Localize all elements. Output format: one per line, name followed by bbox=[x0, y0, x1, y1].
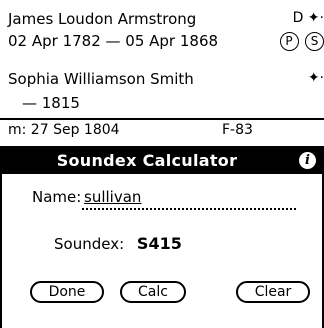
person-dates-1: 02 Apr 1782 — 05 Apr 1868 bbox=[8, 32, 219, 50]
spouse-icon[interactable]: S bbox=[305, 32, 324, 51]
soundex-value: S415 bbox=[136, 234, 182, 253]
person-name-1: James Loudon Armstrong bbox=[8, 10, 197, 28]
parents-icon[interactable]: P bbox=[279, 32, 299, 51]
marriage-date: m: 27 Sep 1804 bbox=[8, 122, 120, 138]
person-dates-2: — 1815 bbox=[22, 94, 80, 112]
soundex-label: Soundex: bbox=[54, 235, 125, 253]
soundex-result: Soundex: S415 bbox=[54, 234, 182, 253]
record-icons-1: D ✦· bbox=[293, 10, 324, 26]
family-code: F-83 bbox=[222, 122, 253, 138]
person-name-2: Sophia Williamson Smith bbox=[8, 70, 194, 88]
name-label: Name: bbox=[32, 188, 82, 206]
info-icon[interactable]: i bbox=[299, 152, 316, 169]
dialog-titlebar: Soundex Calculator i bbox=[2, 148, 322, 174]
clear-button[interactable]: Clear bbox=[236, 281, 310, 303]
dialog-title: Soundex Calculator bbox=[56, 151, 238, 170]
soundex-dialog: Soundex Calculator i Name: Soundex: S415… bbox=[0, 146, 324, 328]
done-button[interactable]: Done bbox=[30, 281, 104, 303]
divider bbox=[0, 118, 324, 120]
record-arrow-icon: ✦· bbox=[307, 70, 324, 86]
record-flag-icon: D ✦· bbox=[292, 10, 324, 26]
name-input[interactable] bbox=[82, 186, 296, 210]
record-circle-icons: P S bbox=[278, 32, 324, 51]
calc-button[interactable]: Calc bbox=[120, 281, 186, 303]
